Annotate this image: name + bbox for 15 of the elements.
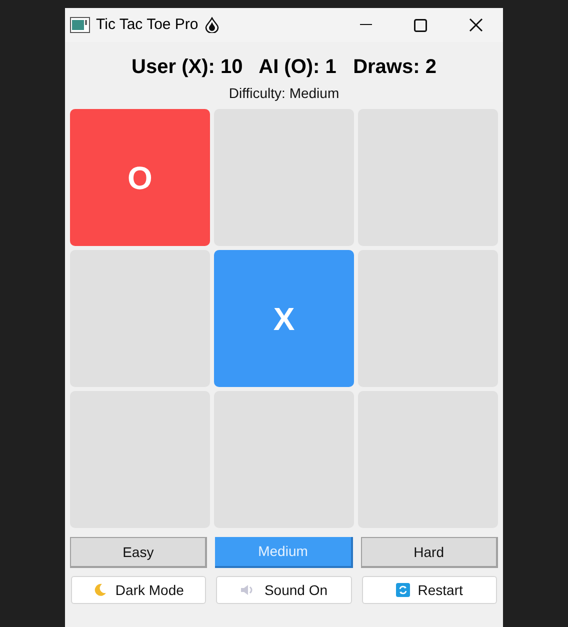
maximize-icon: [414, 18, 426, 32]
difficulty-button[interactable]: Easy: [70, 537, 208, 568]
score-text: User (X): 10 AI (O): 1 Draws: 2: [132, 55, 436, 79]
moon-icon: [93, 583, 108, 597]
window-title: Tic Tac Toe Pro: [96, 14, 198, 35]
difficulty-button[interactable]: Hard: [360, 537, 498, 568]
action-button[interactable]: Sound On: [216, 576, 352, 604]
close-icon: [469, 18, 483, 32]
minimize-icon: [360, 24, 372, 26]
drop-icon: [205, 17, 220, 33]
app-icon: [70, 17, 90, 33]
action-button[interactable]: Restart: [362, 576, 497, 604]
restart-icon: [396, 583, 410, 597]
action-button[interactable]: Dark Mode: [71, 576, 206, 604]
difficulty-text: Difficulty: Medium: [228, 84, 340, 102]
